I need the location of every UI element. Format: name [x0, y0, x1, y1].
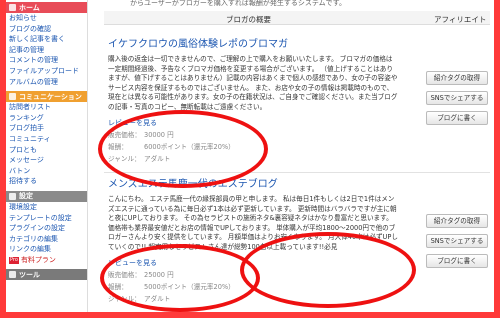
- genre-label: ジャンル：: [108, 294, 141, 303]
- sidebar-item-new-post[interactable]: 新しく記事を書く: [6, 34, 87, 45]
- sidebar-item-comment-manage[interactable]: コメントの管理: [6, 55, 87, 66]
- sidebar-item-template-settings[interactable]: テンプレートの設定: [6, 213, 87, 224]
- sidebar-item-blog-check[interactable]: ブログの確認: [6, 24, 87, 35]
- reward-value: 5000ポイント（還元率20%）: [144, 282, 235, 291]
- pro-badge: Pro: [9, 256, 19, 264]
- sidebar-item-notice[interactable]: お知らせ: [6, 13, 87, 24]
- get-tag-button[interactable]: 紹介タグの取得: [426, 71, 488, 85]
- get-tag-button[interactable]: 紹介タグの取得: [426, 214, 488, 228]
- review-link[interactable]: レビューを見る: [108, 118, 398, 128]
- sidebar-section-label: 設定: [19, 192, 33, 201]
- sidebar-item-post-manage[interactable]: 記事の管理: [6, 45, 87, 56]
- price-value: 25000 円: [144, 270, 174, 279]
- chat-icon: [9, 93, 16, 101]
- entry-description: こんにちわ。 エステ馬鹿一代の縁探部員の甲と申します。 私は毎日1件もしくは2日…: [108, 195, 398, 251]
- table-header: ブロガの概要 アフィリエイト: [104, 11, 490, 25]
- sidebar-item-category-edit[interactable]: カテゴリの編集: [6, 234, 87, 245]
- entry-title[interactable]: イケフクロウの風俗体験レポのブロマガ: [108, 38, 398, 51]
- divider: [104, 172, 490, 173]
- column-affiliate: アフィリエイト: [434, 15, 487, 24]
- sidebar-item-label: 有料プラン: [20, 255, 56, 264]
- window: ホーム お知らせ ブログの確認 新しく記事を書く 記事の管理 コメントの管理 フ…: [6, 0, 494, 312]
- wrench-icon: [9, 271, 16, 279]
- sidebar-item-applause[interactable]: ブログ拍手: [6, 123, 87, 134]
- write-blog-button[interactable]: ブログに書く: [426, 254, 488, 268]
- price-row: 販売価格： 25000 円: [108, 270, 398, 280]
- sidebar-item-paid-plan[interactable]: Pro 有料プラン: [6, 255, 87, 266]
- sidebar-item-link-edit[interactable]: リンクの編集: [6, 244, 87, 255]
- sidebar-item-community[interactable]: コミュニティ: [6, 134, 87, 145]
- genre-value: アダルト: [144, 154, 171, 163]
- sidebar-item-file-upload[interactable]: ファイルアップロード: [6, 66, 87, 77]
- intro-text: からユーザーがブロガーを購入すれば報酬が発生するシステムです。: [130, 0, 346, 7]
- reward-label: 報酬：: [108, 142, 128, 151]
- sidebar-section-label: ツール: [19, 270, 40, 279]
- reward-label: 報酬：: [108, 282, 128, 291]
- reward-value: 6000ポイント（還元率20%）: [144, 142, 235, 151]
- column-summary: ブロガの概要: [226, 15, 271, 24]
- sidebar-item-invite[interactable]: 招待する: [6, 176, 87, 187]
- affiliate-buttons: 紹介タグの取得 SNSでシェアする ブログに書く: [426, 71, 488, 131]
- sidebar-item-ranking[interactable]: ランキング: [6, 113, 87, 124]
- sidebar-item-album-manage[interactable]: アルバムの管理: [6, 77, 87, 88]
- write-blog-button[interactable]: ブログに書く: [426, 111, 488, 125]
- price-row: 販売価格： 30000 円: [108, 130, 398, 140]
- sidebar-item-message[interactable]: メッセージ: [6, 155, 87, 166]
- sidebar-item-env-settings[interactable]: 環境設定: [6, 202, 87, 213]
- affiliate-buttons: 紹介タグの取得 SNSでシェアする ブログに書く: [426, 214, 488, 274]
- sidebar: ホーム お知らせ ブログの確認 新しく記事を書く 記事の管理 コメントの管理 フ…: [6, 0, 88, 312]
- entry-description: 購入後の返金は一切できませんので、ご理解の上で購入をお願いいたします。 ブロマガ…: [108, 55, 398, 111]
- genre-label: ジャンル：: [108, 154, 141, 163]
- home-icon: [9, 4, 16, 11]
- sidebar-section-tools[interactable]: ツール: [6, 269, 87, 281]
- price-value: 30000 円: [144, 130, 174, 139]
- sidebar-section-label: ホーム: [19, 3, 40, 12]
- entry-title[interactable]: メンズエステ馬鹿一代のエステブログ: [108, 178, 398, 191]
- list-item: メンズエステ馬鹿一代のエステブログ こんにちわ。 エステ馬鹿一代の縁探部員の甲と…: [108, 178, 398, 304]
- sidebar-section-community[interactable]: コミュニケーション: [6, 91, 87, 103]
- reward-row: 報酬： 6000ポイント（還元率20%）: [108, 142, 398, 152]
- sidebar-item-visitors[interactable]: 訪問者リスト: [6, 102, 87, 113]
- sidebar-item-protomo[interactable]: プロとも: [6, 145, 87, 156]
- review-link[interactable]: レビューを見る: [108, 258, 398, 268]
- gear-icon: [9, 192, 16, 200]
- sidebar-section-settings[interactable]: 設定: [6, 190, 87, 202]
- sidebar-item-plugin-settings[interactable]: プラグインの設定: [6, 223, 87, 234]
- sidebar-section-label: コミュニケーション: [19, 92, 82, 101]
- sidebar-section-home[interactable]: ホーム: [6, 2, 87, 13]
- price-label: 販売価格：: [108, 130, 141, 139]
- sns-share-button[interactable]: SNSでシェアする: [426, 91, 488, 105]
- sns-share-button[interactable]: SNSでシェアする: [426, 234, 488, 248]
- list-item: イケフクロウの風俗体験レポのブロマガ 購入後の返金は一切できませんので、ご理解の…: [108, 38, 398, 164]
- genre-value: アダルト: [144, 294, 171, 303]
- sidebar-item-baton[interactable]: バトン: [6, 166, 87, 177]
- reward-row: 報酬： 5000ポイント（還元率20%）: [108, 282, 398, 292]
- genre-row: ジャンル： アダルト: [108, 294, 398, 304]
- genre-row: ジャンル： アダルト: [108, 154, 398, 164]
- main-content: からユーザーがブロガーを購入すれば報酬が発生するシステムです。 ブロガの概要 ア…: [90, 0, 494, 312]
- price-label: 販売価格：: [108, 270, 141, 279]
